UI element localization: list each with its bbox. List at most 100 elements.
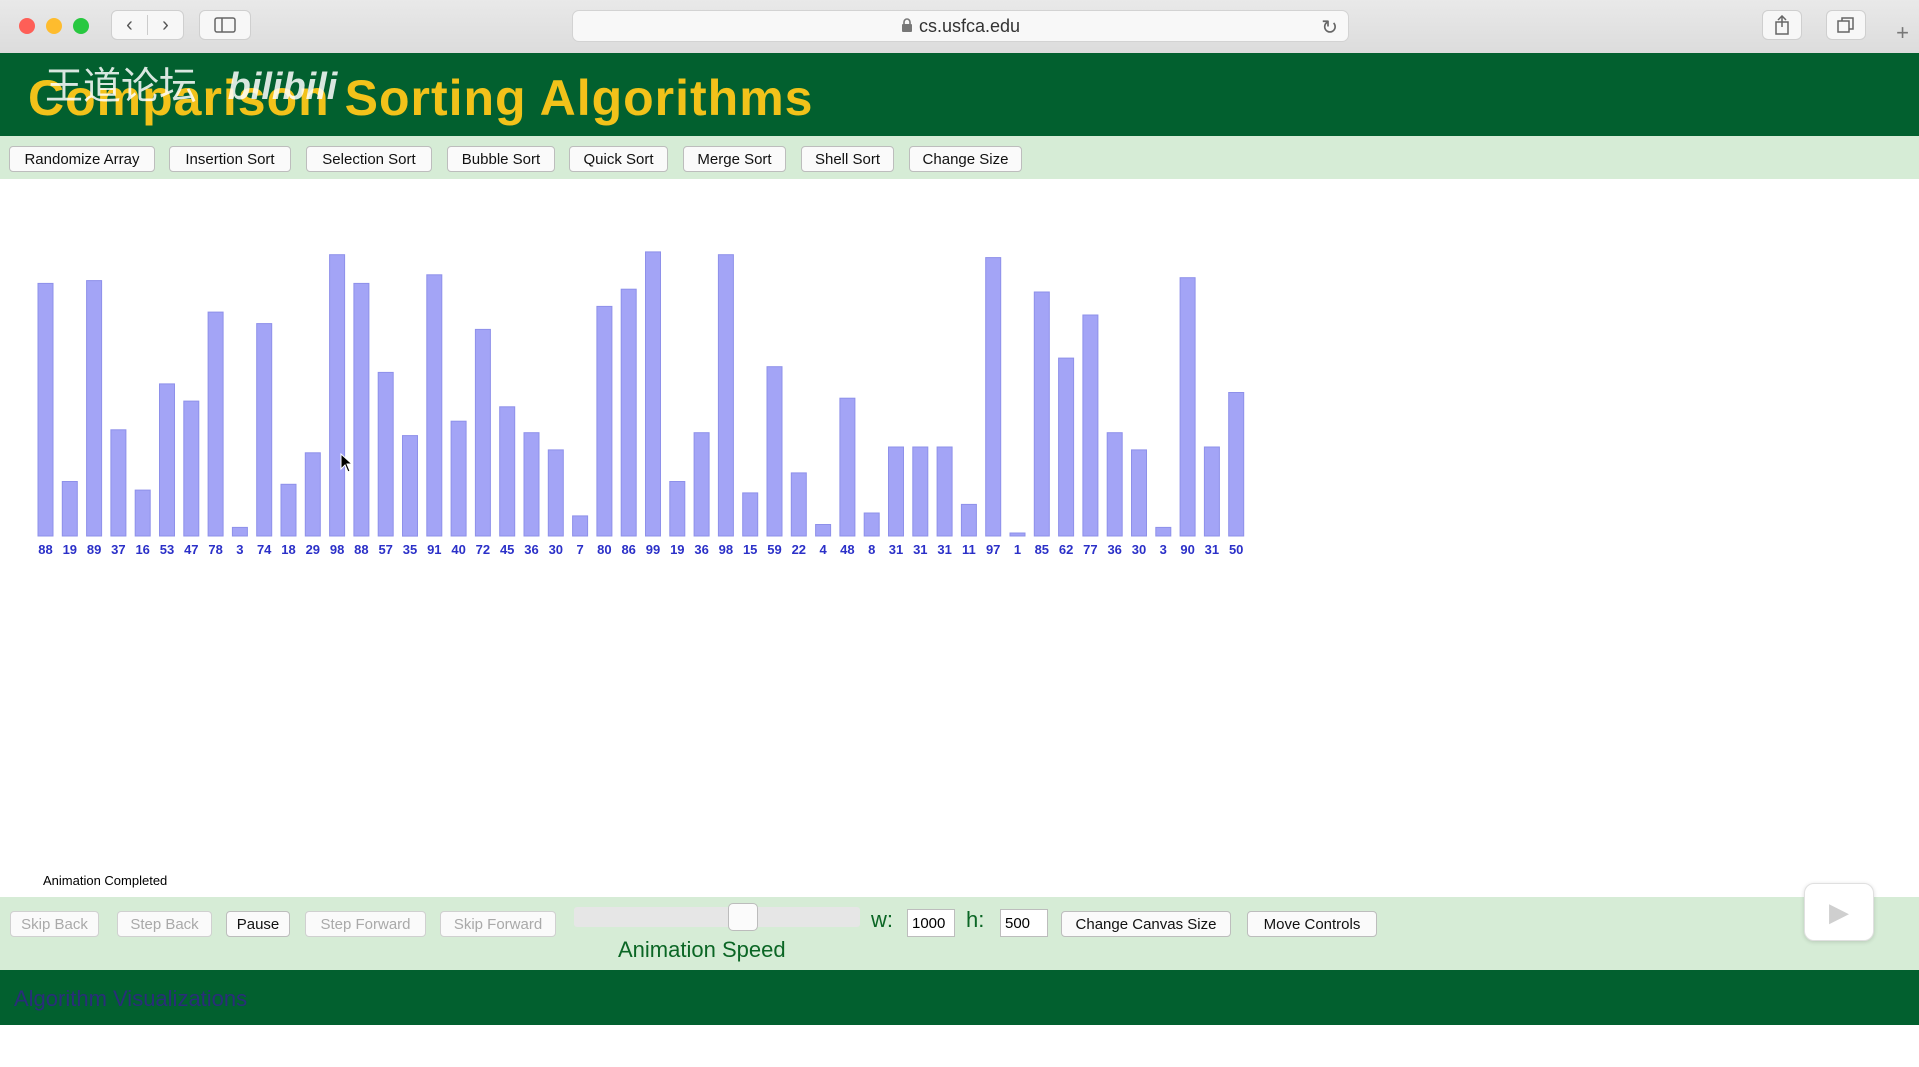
array-bar — [280, 483, 297, 537]
sidebar-button[interactable] — [199, 10, 251, 40]
algorithm-toolbar: Randomize Array Insertion Sort Selection… — [0, 136, 1919, 179]
page-footer: Algorithm Visualizations — [0, 970, 1919, 1025]
bar-value-label: 97 — [986, 542, 1000, 557]
insertion-sort-button[interactable]: Insertion Sort — [169, 146, 291, 172]
bar-value-label: 4 — [819, 542, 827, 557]
array-bar — [86, 280, 103, 537]
share-icon — [1775, 15, 1789, 35]
bubble-sort-button[interactable]: Bubble Sort — [447, 146, 555, 172]
array-bar — [256, 323, 273, 537]
animation-speed-slider[interactable] — [574, 903, 860, 931]
array-bar — [1106, 432, 1123, 537]
array-bar — [159, 383, 175, 537]
bar-value-label: 29 — [306, 542, 320, 557]
canvas-height-input[interactable] — [1000, 909, 1048, 937]
bar-value-label: 98 — [330, 542, 344, 557]
lock-icon — [901, 16, 913, 37]
bar-value-label: 72 — [476, 542, 490, 557]
randomize-array-button[interactable]: Randomize Array — [9, 146, 155, 172]
bar-value-label: 57 — [378, 542, 392, 557]
forward-icon[interactable]: › — [148, 14, 183, 37]
bar-value-label: 3 — [1160, 542, 1167, 557]
bar-value-label: 45 — [500, 542, 514, 557]
tabs-button[interactable] — [1826, 10, 1866, 40]
array-bar — [742, 492, 759, 537]
bar-value-label: 15 — [743, 542, 757, 557]
new-tab-icon[interactable]: + — [1896, 20, 1909, 46]
bar-value-label: 18 — [281, 542, 295, 557]
array-bar — [815, 524, 832, 537]
reload-icon[interactable]: ↻ — [1321, 15, 1338, 40]
bar-value-label: 98 — [719, 542, 733, 557]
address-bar[interactable]: cs.usfca.edu ↻ — [572, 10, 1349, 42]
bar-value-label: 36 — [1107, 542, 1121, 557]
array-bar — [1082, 314, 1099, 537]
change-size-button[interactable]: Change Size — [909, 146, 1022, 172]
step-forward-button[interactable]: Step Forward — [305, 911, 426, 937]
bar-value-label: 77 — [1083, 542, 1097, 557]
selection-sort-button[interactable]: Selection Sort — [306, 146, 432, 172]
back-icon[interactable]: ‹ — [112, 14, 147, 37]
window-minimize-button[interactable] — [46, 18, 62, 34]
array-bar — [1179, 277, 1196, 537]
array-bar — [1009, 532, 1026, 537]
shell-sort-button[interactable]: Shell Sort — [801, 146, 894, 172]
array-bar — [766, 366, 783, 537]
page-header: Comparison Sorting Algorithms 王道论坛 bilib… — [0, 53, 1919, 136]
bar-value-label: 59 — [767, 542, 781, 557]
move-controls-button[interactable]: Move Controls — [1247, 911, 1377, 937]
step-back-button[interactable]: Step Back — [117, 911, 212, 937]
bar-value-label: 35 — [403, 542, 417, 557]
visualization-canvas: 88 19 89 37 16 53 47 78 3 74 18 29 98 88 57 35 91 40 72 45 3… — [0, 179, 1919, 897]
array-bar — [620, 288, 637, 537]
array-bar — [572, 515, 589, 537]
array-bar — [1155, 526, 1172, 537]
bar-value-label: 50 — [1229, 542, 1243, 557]
change-canvas-size-button[interactable]: Change Canvas Size — [1061, 911, 1231, 937]
array-bar — [61, 481, 78, 537]
bar-value-label: 88 — [38, 542, 52, 557]
array-bar — [960, 503, 977, 537]
skip-forward-button[interactable]: Skip Forward — [440, 911, 556, 937]
merge-sort-button[interactable]: Merge Sort — [683, 146, 786, 172]
width-label: w: — [871, 907, 893, 932]
array-bar — [888, 446, 904, 537]
array-bar — [1131, 449, 1147, 537]
array-bar — [329, 254, 346, 537]
bar-value-label: 36 — [694, 542, 708, 557]
bar-value-label: 80 — [597, 542, 611, 557]
mouse-cursor-icon — [340, 452, 354, 479]
bar-value-label: 40 — [451, 542, 465, 557]
bar-value-label: 74 — [257, 542, 272, 557]
tabs-icon — [1837, 17, 1854, 33]
bar-value-label: 31 — [913, 542, 927, 557]
array-bar — [450, 420, 467, 537]
bar-value-label: 91 — [427, 542, 441, 557]
share-button[interactable] — [1762, 10, 1802, 40]
video-play-button[interactable]: ▶ — [1804, 883, 1874, 941]
canvas-width-input[interactable] — [907, 909, 955, 937]
array-bar — [377, 371, 394, 537]
bar-value-label: 85 — [1035, 542, 1049, 557]
bar-value-label: 1 — [1014, 542, 1021, 557]
footer-link[interactable]: Algorithm Visualizations — [14, 986, 247, 1012]
bar-value-label: 31 — [889, 542, 903, 557]
animation-controls: Skip Back Step Back Pause Step Forward S… — [0, 897, 1919, 970]
skip-back-button[interactable]: Skip Back — [10, 911, 99, 937]
sidebar-icon — [214, 17, 236, 33]
height-label: h: — [966, 907, 985, 932]
bar-value-label: 99 — [646, 542, 660, 557]
window-close-button[interactable] — [19, 18, 35, 34]
array-bar — [499, 406, 516, 537]
quick-sort-button[interactable]: Quick Sort — [569, 146, 668, 172]
watermark-bilibili: bilibili — [227, 66, 338, 108]
bar-chart: 88 19 89 37 16 53 47 78 3 74 18 29 98 88 57 35 91 40 72 45 3… — [37, 251, 1245, 557]
bar-value-label: 8 — [868, 542, 875, 557]
bar-value-label: 30 — [549, 542, 563, 557]
window-maximize-button[interactable] — [73, 18, 89, 34]
array-bar — [353, 282, 370, 537]
array-bar — [985, 257, 1002, 537]
pause-button[interactable]: Pause — [226, 911, 290, 937]
slider-thumb[interactable] — [727, 903, 758, 931]
bar-value-label: 89 — [87, 542, 101, 557]
